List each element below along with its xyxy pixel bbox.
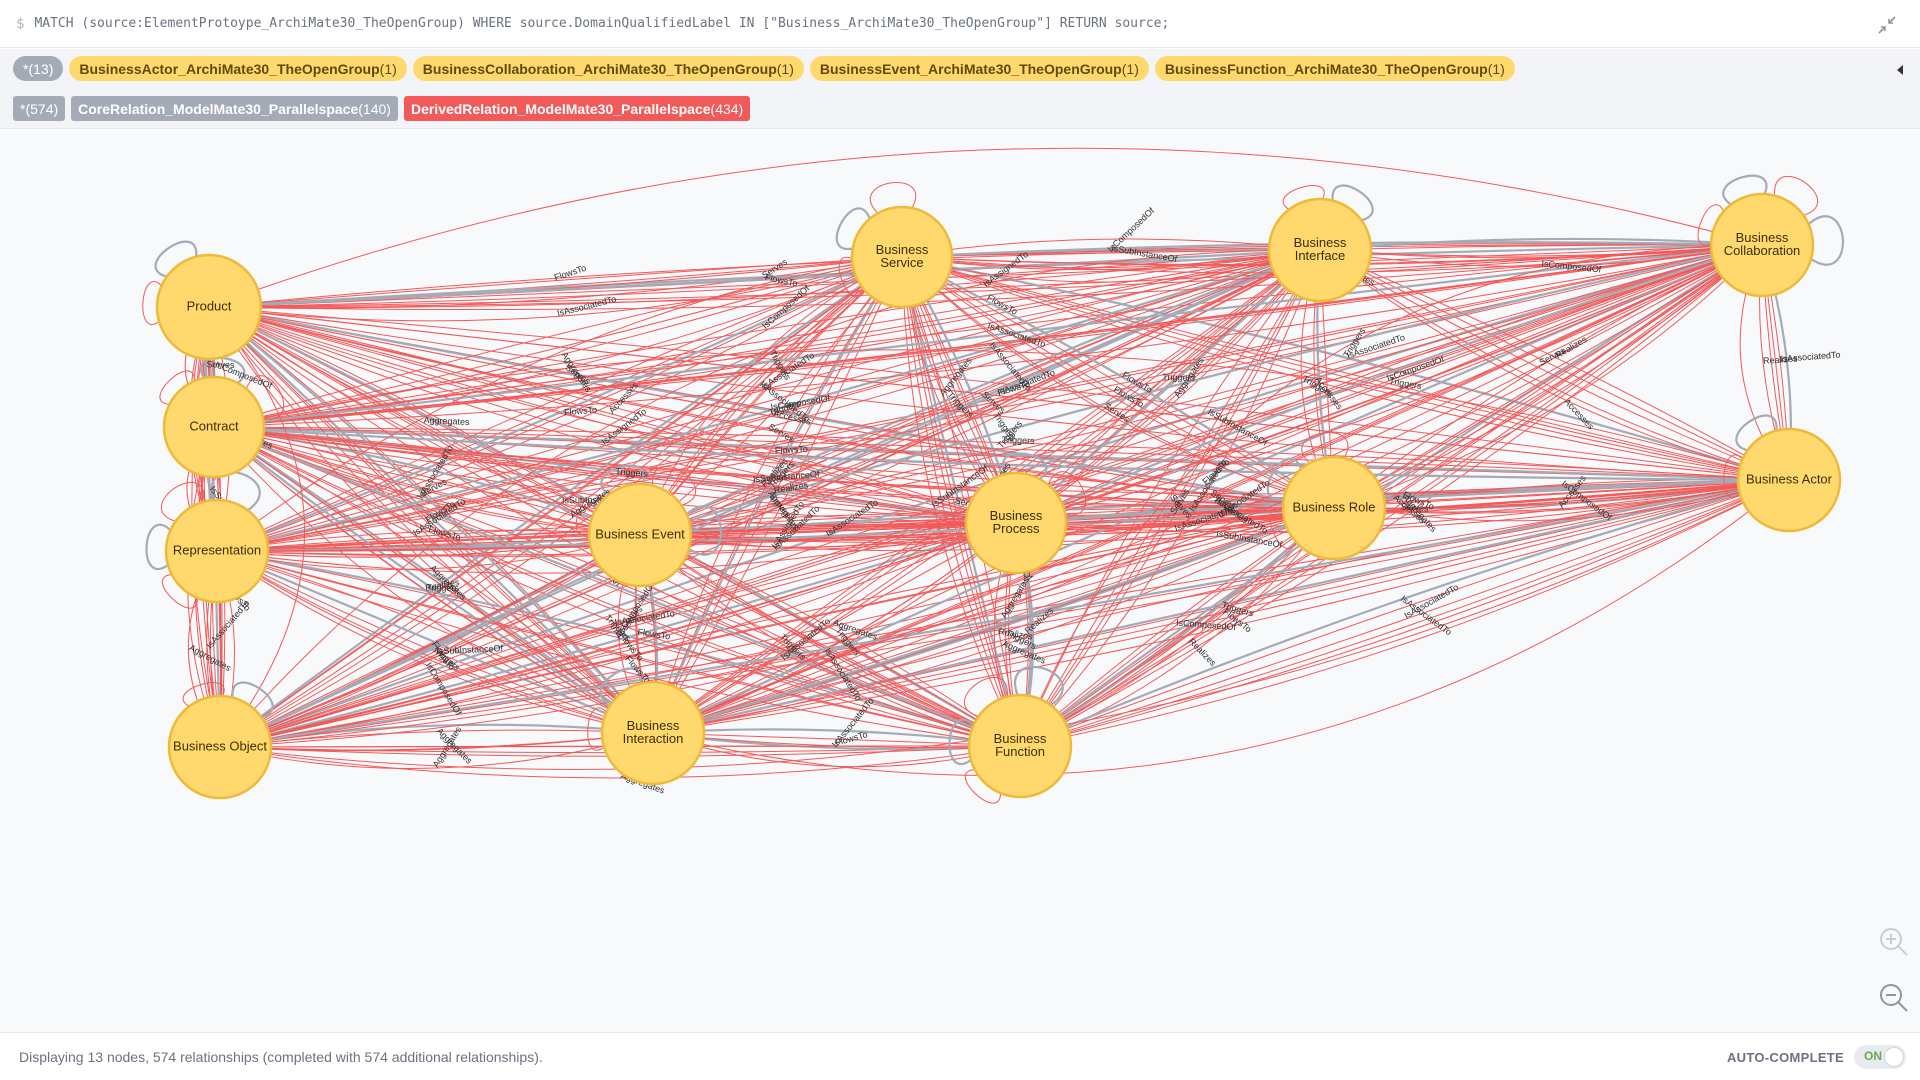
node-business-actor[interactable]: Business Actor — [1736, 427, 1842, 533]
auto-complete-label: AUTO-COMPLETE — [1726, 1049, 1844, 1065]
node-representation[interactable]: Representation — [164, 498, 270, 604]
edge-label: IsAssociatedTo — [556, 294, 617, 318]
node-business-interaction[interactable]: BusinessInteraction — [600, 680, 706, 786]
edge-label: FlowsTo — [775, 444, 808, 456]
legend-node-all[interactable]: * (13) — [13, 56, 64, 81]
zoom-out-icon[interactable] — [1874, 978, 1914, 1018]
node-product[interactable]: Product — [155, 253, 263, 361]
toggle-knob — [1884, 1047, 1904, 1067]
collapse-icon[interactable] — [1874, 12, 1900, 38]
edge-label: Aggregates — [423, 415, 470, 427]
edge-label: Serves — [206, 359, 235, 370]
edge-label: Triggers — [426, 582, 459, 593]
node-label: Service — [880, 255, 923, 270]
edge-label: FlowsTo — [564, 405, 598, 418]
node-label: Interface — [1295, 248, 1346, 263]
graph-svg[interactable]: IsComposedOfAggregatesIsSubInstanceOfFlo… — [0, 130, 1920, 1032]
legend-node-business-collaboration[interactable]: BusinessCollaboration_ArchiMate30_TheOpe… — [412, 56, 804, 81]
auto-complete: AUTO-COMPLETE ON — [1727, 1045, 1906, 1069]
query-text[interactable]: MATCH (source:ElementProtoype_ArchiMate3… — [34, 16, 1169, 31]
graph-canvas[interactable]: IsComposedOfAggregatesIsSubInstanceOfFlo… — [0, 130, 1920, 1032]
query-prompt: $ — [16, 15, 25, 32]
auto-complete-toggle[interactable]: ON — [1854, 1045, 1906, 1069]
legend-node-business-event[interactable]: BusinessEvent_ArchiMate30_TheOpenGroup (1… — [809, 56, 1149, 81]
node-label: Representation — [173, 542, 261, 557]
edge-label: Realizes — [1763, 353, 1799, 365]
node-label: Product — [187, 298, 232, 313]
zoom-in-icon[interactable] — [1874, 922, 1914, 962]
legend-node-business-actor[interactable]: BusinessActor_ArchiMate30_TheOpenGroup (1… — [69, 56, 407, 81]
node-label: Interaction — [623, 731, 684, 746]
legend-panel: * (13) BusinessActor_ArchiMate30_TheOpenG… — [0, 49, 1920, 129]
node-label: Business Object — [173, 738, 267, 753]
status-text: Displaying 13 nodes, 574 relationships (… — [19, 1048, 543, 1065]
node-label: Process — [993, 521, 1040, 536]
edge-label: Realizes — [1187, 636, 1219, 668]
node-label: Business Actor — [1746, 471, 1833, 486]
edge-label: Accesses — [1562, 397, 1596, 432]
node-business-interface[interactable]: BusinessInterface — [1267, 197, 1373, 303]
zoom-controls — [1868, 914, 1920, 1026]
node-label-legend: * (13) BusinessActor_ArchiMate30_TheOpenG… — [13, 56, 1515, 81]
node-business-service[interactable]: BusinessService — [850, 205, 954, 309]
edge-label: Triggers — [615, 466, 649, 479]
derived-relation-edge[interactable] — [1319, 249, 1790, 481]
status-bar: Displaying 13 nodes, 574 relationships (… — [0, 1032, 1920, 1080]
legend-expand-icon[interactable] — [1894, 63, 1906, 77]
auto-complete-state: ON — [1864, 1049, 1882, 1063]
relationship-type-legend: * (574) CoreRelation_ModelMate30_Parallel… — [13, 96, 751, 121]
node-label: Collaboration — [1724, 243, 1801, 258]
node-business-collaboration[interactable]: BusinessCollaboration — [1709, 192, 1815, 298]
node-business-object[interactable]: Business Object — [167, 694, 273, 800]
node-label: Contract — [189, 418, 239, 433]
node-business-event[interactable]: Business Event — [587, 482, 693, 588]
node-label: Business Role — [1292, 499, 1375, 514]
node-label: Function — [995, 744, 1045, 759]
node-contract[interactable]: Contract — [162, 375, 266, 479]
legend-node-business-function[interactable]: BusinessFunction_ArchiMate30_TheOpenGrou… — [1154, 56, 1515, 81]
query-bar: $ MATCH (source:ElementProtoype_ArchiMat… — [0, 0, 1920, 48]
legend-rel-derived[interactable]: DerivedRelation_ModelMate30_Parallelspac… — [403, 96, 751, 121]
legend-rel-all[interactable]: * (574) — [13, 96, 66, 121]
legend-rel-core[interactable]: CoreRelation_ModelMate30_Parallelspace (1… — [71, 96, 398, 121]
node-business-process[interactable]: BusinessProcess — [964, 471, 1068, 575]
node-business-function[interactable]: BusinessFunction — [967, 693, 1073, 799]
node-business-role[interactable]: Business Role — [1281, 455, 1387, 561]
node-label: Business Event — [595, 526, 685, 541]
